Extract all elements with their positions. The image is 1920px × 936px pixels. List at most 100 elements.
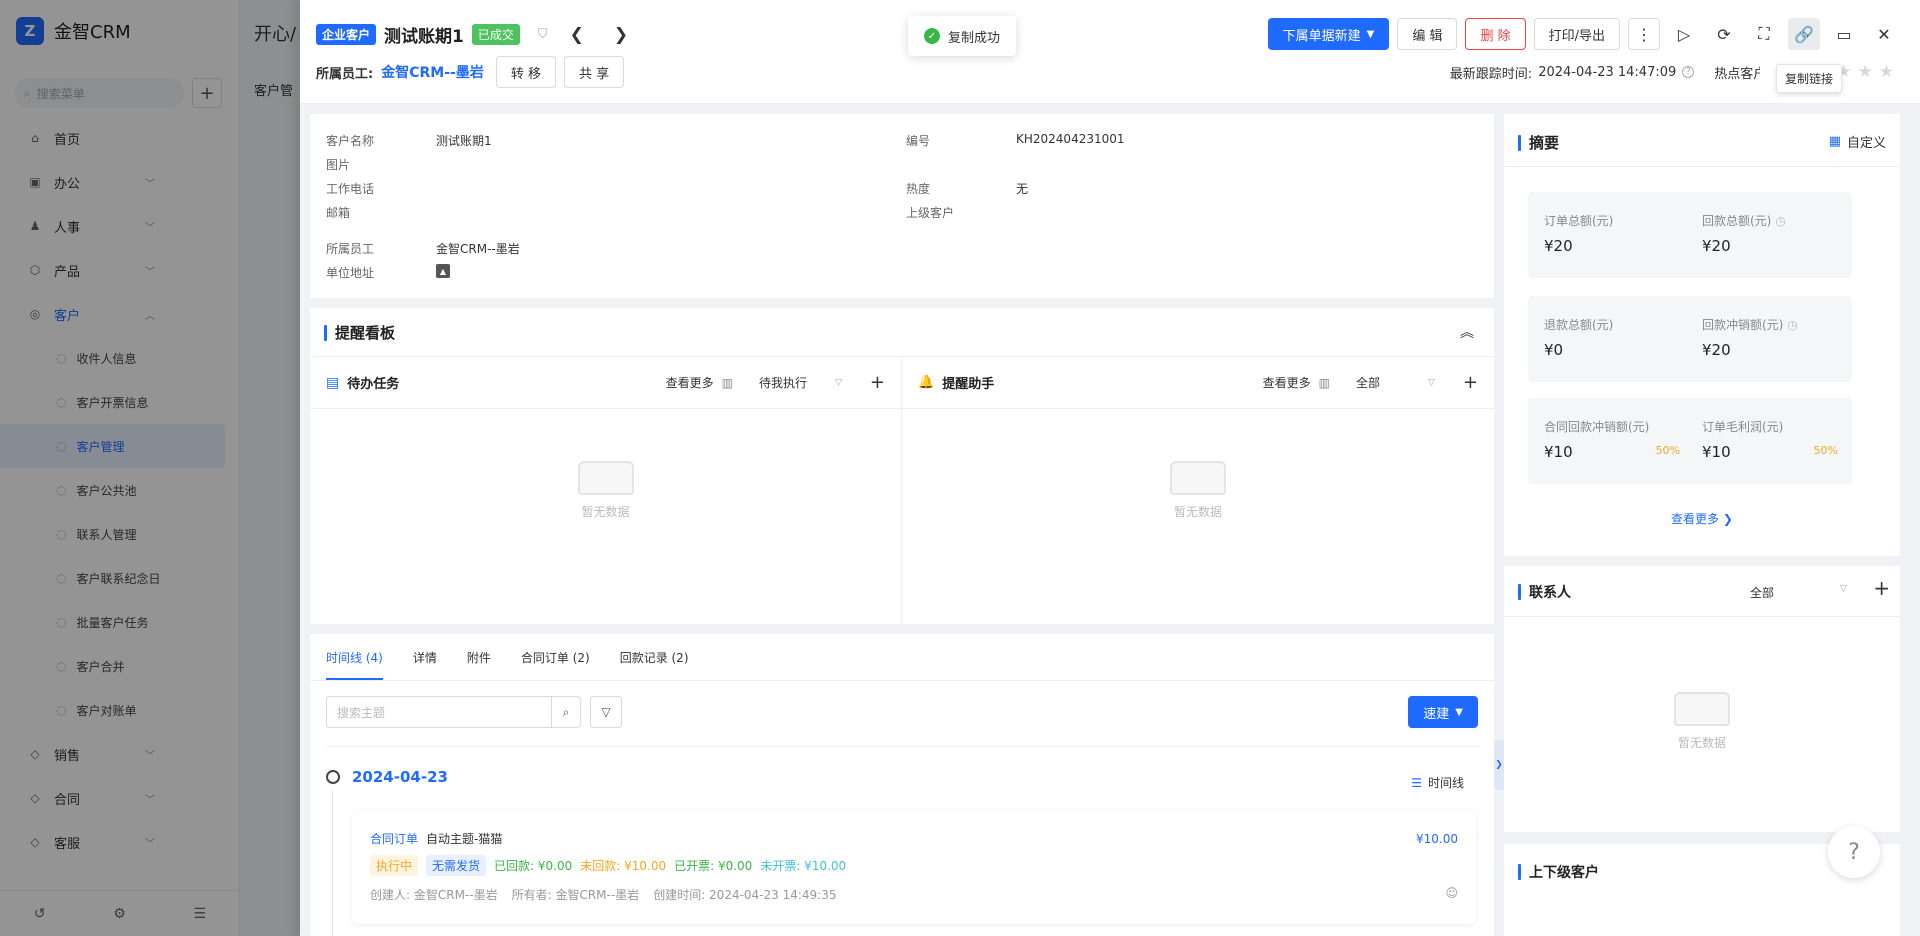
book-icon[interactable]: ▥ <box>722 376 733 390</box>
reminder-board: 提醒看板 ︽ ▤ 待办任务 查看更多 ▥ 待我执行 ▽ + 暂无数据 🔔 提醒助… <box>310 308 1494 624</box>
metric-card: 回款总额(元) ◷ ¥20 <box>1686 192 1852 278</box>
empty-box-icon <box>1170 461 1226 495</box>
play-icon[interactable]: ▷ <box>1668 18 1700 50</box>
remind-more-link[interactable]: 查看更多 <box>1263 374 1311 391</box>
transfer-button[interactable]: 转 移 <box>495 56 556 88</box>
contacts-panel: 联系人 全部 ▽ + 暂无数据 <box>1504 566 1900 832</box>
help-icon[interactable]: ? <box>1682 66 1695 78</box>
remind-panel: 🔔 提醒助手 查看更多 ▥ 全部 ▽ + 暂无数据 <box>902 356 1494 624</box>
grid-icon: ▦ <box>1828 134 1841 149</box>
remind-filter-select[interactable]: 全部 <box>1356 374 1380 391</box>
chevron-down-icon: ▽ <box>1427 377 1435 388</box>
section-bar <box>1518 134 1521 151</box>
window-icon[interactable]: ▭ <box>1828 18 1860 50</box>
unpaid-amount: 未回款: ¥10.00 <box>580 859 667 873</box>
subject-search-input[interactable]: 搜索主题 <box>326 696 552 728</box>
empty-box-icon <box>1674 692 1730 726</box>
edit-button[interactable]: 编 辑 <box>1397 18 1458 50</box>
tab-4[interactable]: 回款记录 (2) <box>620 649 689 666</box>
timeline-tabs: 时间线 (4) 详情 附件 合同订单 (2) 回款记录 (2) <box>326 634 689 680</box>
customize-button[interactable]: ▦ 自定义 <box>1829 132 1886 151</box>
refresh-icon[interactable]: ⟳ <box>1708 18 1740 50</box>
board-title: 提醒看板 <box>335 324 396 342</box>
timeline-view-toggle[interactable]: ☰ 时间线 <box>1411 774 1464 791</box>
book-icon[interactable]: ▥ <box>1319 376 1330 390</box>
metric-card: 订单总额(元) ¥20 <box>1528 192 1694 278</box>
status-badge: 已成交 <box>471 24 520 45</box>
check-icon: ✓ <box>924 28 940 44</box>
remind-title: 提醒助手 <box>942 377 995 392</box>
contacts-title: 联系人 <box>1529 585 1571 601</box>
invoiced-amount: 已开票: ¥0.00 <box>674 859 753 873</box>
summary-more-link[interactable]: 查看更多 ❯ <box>1504 510 1900 527</box>
add-todo-icon[interactable]: + <box>870 372 885 393</box>
parents-title: 上下级客户 <box>1529 865 1599 881</box>
status-chip: 执行中 <box>370 855 419 876</box>
header-actions: 下属单据新建 ▼ 编 辑 删 除 打印/导出 ⋮ ▷ ⟳ ⛶ 🔗 ▭ ✕ <box>1267 18 1900 50</box>
todo-empty: 暂无数据 <box>310 461 901 520</box>
map-icon[interactable]: ▲ <box>436 264 450 278</box>
add-remind-icon[interactable]: + <box>1463 372 1478 393</box>
contacts-filter-select[interactable]: 全部 <box>1750 584 1774 601</box>
help-button[interactable]: ? <box>1828 826 1880 878</box>
summary-title: 摘要 <box>1529 134 1560 152</box>
quick-create-button[interactable]: 速建 ▼ <box>1408 696 1478 728</box>
ship-chip: 无需发货 <box>426 855 487 876</box>
metric-card: 回款冲销额(元) ◷ ¥20 <box>1686 296 1852 382</box>
owner-label: 所属员工: <box>316 66 374 82</box>
item-owner: 所有者: 金智CRM--墨岩 <box>511 888 640 902</box>
empty-box-icon <box>577 461 634 495</box>
tab-0[interactable]: 时间线 (4) <box>326 635 383 680</box>
last-follow-label: 最新跟踪时间: <box>1449 66 1533 82</box>
next-arrow-icon[interactable]: ❯ <box>614 25 628 45</box>
close-icon[interactable]: ✕ <box>1868 18 1900 50</box>
tab-1[interactable]: 详情 <box>413 649 437 666</box>
customer-type-tag: 企业客户 <box>316 24 377 45</box>
filter-icon[interactable]: ▽ <box>590 696 622 728</box>
collapse-icon[interactable]: ︽ <box>1460 322 1474 342</box>
contacts-empty: 暂无数据 <box>1504 692 1900 751</box>
task-doc-icon: ▤ <box>326 374 340 391</box>
comment-icon[interactable]: ☺ <box>1445 886 1458 903</box>
share-button[interactable]: 共 享 <box>563 56 625 88</box>
remind-empty: 暂无数据 <box>902 461 1494 520</box>
delete-button[interactable]: 删 除 <box>1465 18 1526 50</box>
print-export-button[interactable]: 打印/导出 <box>1533 18 1620 50</box>
copy-link-tooltip: 复制链接 <box>1776 64 1843 93</box>
bell-icon: 🔔 <box>918 375 935 390</box>
tab-3[interactable]: 合同订单 (2) <box>521 649 590 666</box>
timeline-panel: 时间线 (4) 详情 附件 合同订单 (2) 回款记录 (2) 搜索主题 ⌕ ▽ 速建 ▼… <box>310 634 1494 936</box>
clock-icon <box>326 770 340 784</box>
uninvoiced-amount: 未开票: ¥10.00 <box>760 859 847 873</box>
summary-panel: 摘要 ▦ 自定义 订单总额(元) ¥20 回款总额(元) ◷ ¥20 退款总额(元) ¥0 回… <box>1504 114 1900 556</box>
collapse-panel-handle[interactable]: ❯ <box>1494 740 1504 790</box>
created-time: 创建时间: 2024-04-23 14:49:35 <box>653 888 837 902</box>
fullscreen-icon[interactable]: ⛶ <box>1748 18 1780 50</box>
clock-icon: ◷ <box>1787 317 1798 332</box>
chevron-down-icon: ▼ <box>1455 706 1463 718</box>
tab-2[interactable]: 附件 <box>467 649 491 666</box>
shield-icon[interactable]: ⛉ <box>538 27 548 42</box>
hot-customer-label: 热点客户 <box>1714 66 1761 82</box>
timeline-date: 2024-04-23 <box>352 768 448 786</box>
chevron-right-icon: ❯ <box>1722 512 1733 526</box>
success-toast: ✓ 复制成功 <box>908 16 1017 56</box>
item-amount: ¥10.00 <box>1416 831 1458 846</box>
list-icon: ☰ <box>1411 775 1422 790</box>
customer-title: 测试账期1 <box>384 27 464 47</box>
todo-more-link[interactable]: 查看更多 <box>666 374 714 391</box>
more-icon[interactable]: ⋮ <box>1628 18 1660 50</box>
item-type-link[interactable]: 合同订单 <box>370 830 418 847</box>
chevron-down-icon: ▽ <box>1840 584 1847 594</box>
new-subdoc-button[interactable]: 下属单据新建 ▼ <box>1267 18 1390 50</box>
prev-arrow-icon[interactable]: ❮ <box>570 25 584 45</box>
owner-link[interactable]: 金智CRM--墨岩 <box>381 62 484 82</box>
rating-stars[interactable]: ★★★ <box>1836 62 1900 82</box>
link-icon[interactable]: 🔗 <box>1788 18 1820 50</box>
timeline-item[interactable]: 合同订单 自动主题-猫猫 ¥10.00 执行中 无需发货 已回款: ¥0.00 … <box>352 812 1476 924</box>
todo-filter-select[interactable]: 待我执行 <box>759 374 807 391</box>
search-icon[interactable]: ⌕ <box>551 696 581 728</box>
section-bar <box>324 324 327 341</box>
section-bar <box>1518 584 1521 600</box>
add-contact-icon[interactable]: + <box>1873 576 1890 600</box>
